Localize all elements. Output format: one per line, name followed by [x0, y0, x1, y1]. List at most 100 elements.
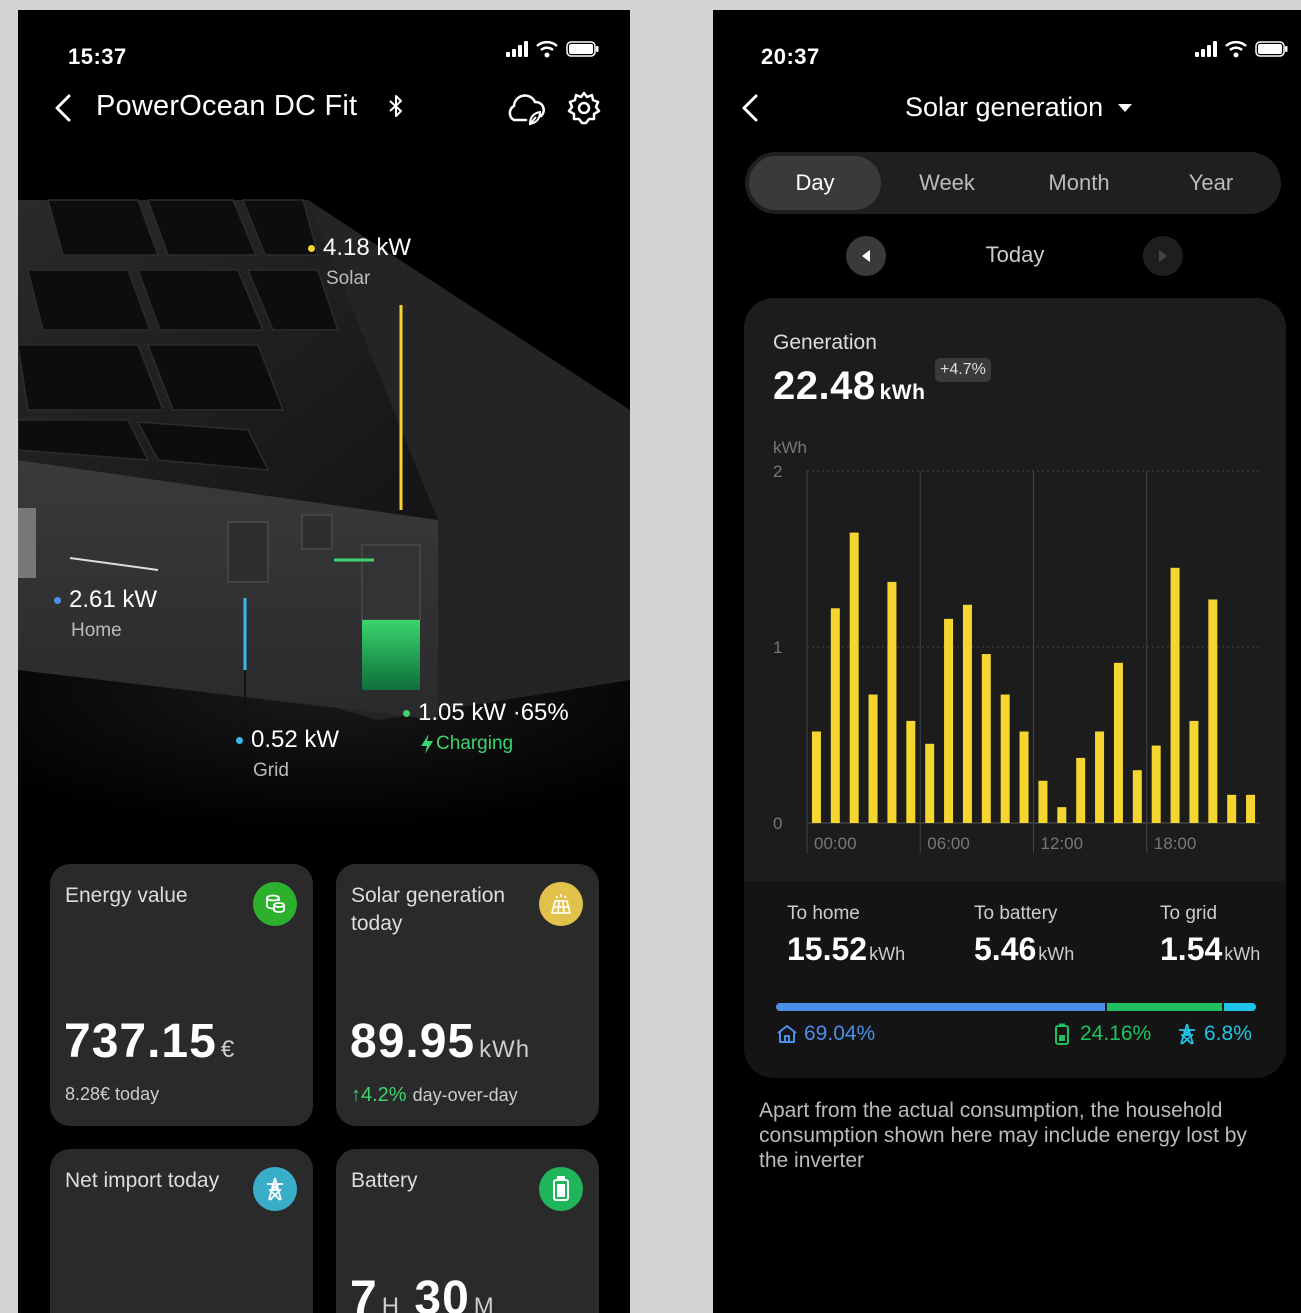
generation-bar[interactable] [1038, 780, 1048, 823]
generation-bar[interactable] [962, 604, 972, 823]
generation-bar[interactable] [1132, 770, 1142, 823]
battery-flow: 1.05 kW ·65% Charging [403, 699, 569, 755]
generation-card: Generation 22.48 kWh +4.7% kWh 0 1 2 00:00 06… [744, 298, 1286, 1078]
to-battery-unit: kWh [1038, 944, 1075, 964]
wifi-icon [536, 41, 558, 58]
cloud-eco-icon[interactable] [504, 90, 548, 126]
status-time: 20:37 [761, 44, 820, 69]
tab-year[interactable]: Year [1145, 156, 1277, 210]
solar-generation-unit: kWh [479, 1036, 531, 1063]
generation-bar[interactable] [1113, 662, 1123, 823]
generation-bar[interactable] [887, 581, 897, 823]
generation-bar[interactable] [1208, 599, 1218, 823]
tab-month[interactable]: Month [1013, 156, 1145, 210]
battery-title: Battery [351, 1169, 418, 1192]
generation-bar[interactable] [1170, 567, 1180, 823]
energy-value-unit: € [220, 1036, 236, 1063]
to-grid-value: 1.54 [1160, 931, 1223, 967]
generation-label: Generation [773, 331, 877, 354]
generation-bar[interactable] [830, 608, 840, 823]
to-home-unit: kWh [869, 944, 906, 964]
charging-status: Charging [420, 733, 569, 755]
battery-minutes-unit: M [473, 1293, 495, 1313]
generation-bar[interactable] [1246, 794, 1256, 823]
battery-status-icon [566, 41, 599, 57]
x-tick-label: 12:00 [1041, 834, 1084, 853]
grid-dot [236, 736, 243, 744]
solar-panel-icon [539, 882, 583, 926]
y-tick-label: 0 [773, 814, 782, 833]
signal-icon [1195, 41, 1217, 57]
home-pct-value: 69.04% [804, 1022, 876, 1045]
generation-bar[interactable] [1076, 757, 1086, 823]
generation-bar[interactable] [906, 720, 916, 823]
solar-generation-value: 89.95 kWh [350, 1014, 530, 1069]
triangle-right-icon [1159, 250, 1167, 262]
net-import-title: Net import today [65, 1169, 220, 1192]
solar-change-suffix: day-over-day [412, 1085, 518, 1105]
status-icons [506, 40, 600, 58]
net-import-card[interactable]: Net import today [50, 1149, 313, 1313]
energy-value-card[interactable]: Energy value 737.15 € 8.28€ today [50, 864, 313, 1126]
generation-bar[interactable] [1095, 731, 1105, 823]
generation-bar[interactable] [1227, 794, 1237, 823]
distribution-grid-segment [1223, 1003, 1256, 1011]
battery-icon [1055, 1023, 1069, 1045]
battery-pct-value: 24.16% [1080, 1022, 1152, 1045]
to-home-value: 15.52 [787, 931, 868, 967]
solar-power-value: 4.18 kW [323, 234, 412, 261]
generation-bar[interactable] [868, 694, 878, 823]
generation-bar[interactable] [811, 731, 821, 823]
home-dot [54, 596, 61, 604]
generation-bar[interactable] [925, 743, 935, 823]
tab-day[interactable]: Day [749, 156, 881, 210]
solar-day-over-day: ↑ 4.2% day-over-day [351, 1084, 518, 1107]
status-icons [1195, 40, 1289, 58]
generation-bar[interactable] [1189, 720, 1199, 823]
grid-tower-icon [1179, 1023, 1195, 1045]
home-flow-label: Home [71, 620, 122, 641]
x-tick-label: 18:00 [1154, 834, 1197, 853]
grid-flow-label: Grid [253, 760, 289, 781]
grid-power-value: 0.52 kW [251, 726, 340, 753]
grid-flow: 0.52 kW Grid [236, 726, 339, 782]
generation-bar[interactable] [1000, 694, 1010, 823]
previous-date-button[interactable] [846, 236, 886, 276]
home-percentage: 69.04% [776, 1022, 875, 1046]
generation-bar[interactable] [849, 532, 859, 823]
to-grid-unit: kWh [1224, 944, 1261, 964]
solar-change-value: 4.2% [361, 1084, 407, 1106]
coin-stack-icon [253, 882, 297, 926]
back-button[interactable] [735, 90, 765, 126]
generation-bar[interactable] [1057, 807, 1067, 823]
consumption-note: Apart from the actual consumption, the h… [759, 1099, 1247, 1172]
battery-status-icon [1255, 41, 1288, 57]
gear-icon[interactable] [566, 90, 602, 126]
generation-bar[interactable] [981, 654, 991, 823]
solar-generation-card[interactable]: Solar generation today 89.95 kWh ↑ 4.2% d… [336, 864, 599, 1126]
y-axis-unit: kWh [773, 438, 807, 457]
battery-card[interactable]: Battery 7H 30 M [336, 1149, 599, 1313]
grid-tower-icon [253, 1167, 297, 1211]
back-button[interactable] [48, 90, 78, 126]
charging-label: Charging [436, 733, 514, 754]
energy-value-title: Energy value [65, 884, 188, 907]
battery-percentage: 24.16% [1054, 1022, 1151, 1046]
solar-dot [308, 244, 315, 252]
right-phone-screen: 20:37 Solar generation Day Week Month Ye… [713, 10, 1301, 1313]
tab-week[interactable]: Week [881, 156, 1013, 210]
battery-minutes: 30 [414, 1272, 470, 1313]
generation-bar[interactable] [944, 618, 954, 823]
distribution-battery-segment [1106, 1003, 1222, 1011]
generation-bar[interactable] [1151, 745, 1161, 823]
metric-dropdown[interactable]: Solar generation [905, 92, 1133, 123]
generation-bar[interactable] [1019, 731, 1029, 823]
home-power-value: 2.61 kW [69, 586, 158, 613]
date-label: Today [985, 242, 1045, 267]
next-date-button[interactable] [1143, 236, 1183, 276]
battery-hours: 7 [350, 1272, 378, 1313]
lightning-icon [421, 734, 433, 754]
period-tabs: Day Week Month Year [745, 152, 1281, 214]
generation-unit: kWh [879, 381, 926, 404]
up-arrow-icon: ↑ [351, 1084, 361, 1106]
